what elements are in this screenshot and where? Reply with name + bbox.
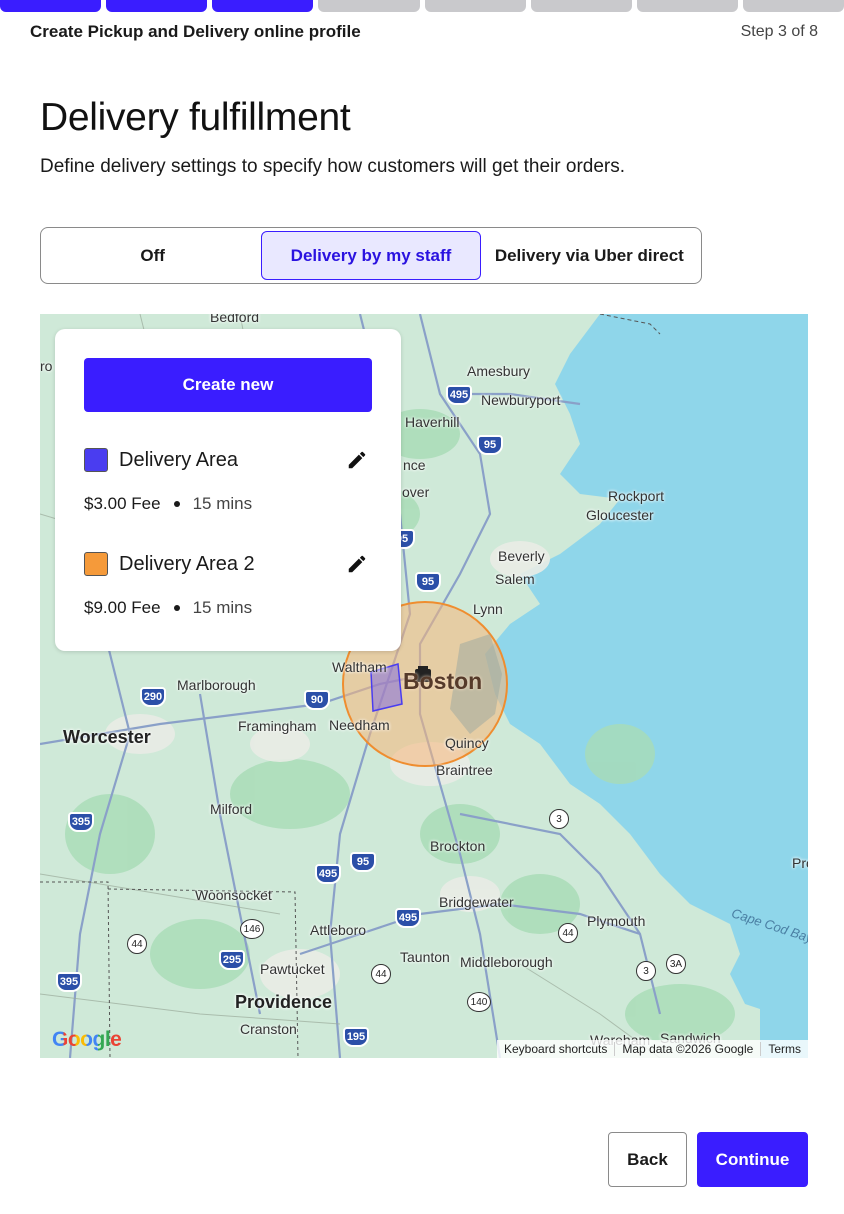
- create-new-area-button[interactable]: Create new: [84, 358, 372, 412]
- page-title: Delivery fulfillment: [40, 96, 351, 139]
- progress-bar: [0, 0, 844, 12]
- map-label-over: over: [402, 484, 430, 500]
- option-delivery-uber-direct[interactable]: Delivery via Uber direct: [481, 231, 698, 280]
- separator-dot: [173, 501, 180, 507]
- map-label-pro: Pro: [792, 855, 808, 871]
- keyboard-shortcuts-link[interactable]: Keyboard shortcuts: [497, 1042, 616, 1056]
- continue-button[interactable]: Continue: [697, 1132, 808, 1187]
- area-time: 15 mins: [192, 494, 253, 513]
- map-data-credit: Map data ©2026 Google: [615, 1042, 762, 1056]
- map-label-framingham: Framingham: [238, 718, 317, 734]
- header: Create Pickup and Delivery online profil…: [30, 22, 818, 42]
- map-label-waltham: Waltham: [332, 659, 387, 675]
- area-name: Delivery Area: [119, 448, 238, 471]
- progress-segment-7: [636, 0, 738, 12]
- separator-dot: [173, 605, 180, 611]
- map-label-woonsocket: Woonsocket: [195, 887, 272, 903]
- interstate-shield: 495: [315, 864, 341, 884]
- interstate-shield: 495: [395, 908, 421, 928]
- map-label-braintree: Braintree: [436, 762, 493, 778]
- route-marker: 44: [558, 923, 578, 943]
- map-attribution: Keyboard shortcuts Map data ©2026 Google…: [497, 1040, 808, 1058]
- progress-segment-2: [106, 0, 208, 12]
- interstate-shield: 395: [68, 812, 94, 832]
- route-marker: 146: [240, 919, 264, 939]
- route-marker: 140: [467, 992, 491, 1012]
- route-marker: 3A: [666, 954, 686, 974]
- interstate-shield: 295: [219, 950, 245, 970]
- delivery-area-item: Delivery Area $3.00 Fee 15 mins: [84, 446, 372, 514]
- google-logo: Google: [52, 1028, 122, 1051]
- interstate-shield: 290: [140, 687, 166, 707]
- map-label-amesbury: Amesbury: [467, 363, 531, 379]
- map-label-plymouth: Plymouth: [587, 913, 646, 929]
- map-label-nce: nce: [403, 457, 426, 473]
- map-label-salem: Salem: [495, 571, 535, 587]
- back-button[interactable]: Back: [608, 1132, 687, 1187]
- map-label-worcester: Worcester: [63, 727, 151, 747]
- map-label-newburyport: Newburyport: [481, 392, 561, 408]
- progress-segment-4: [318, 0, 420, 12]
- route-marker: 44: [371, 964, 391, 984]
- area-color-swatch: [84, 448, 108, 472]
- area-color-swatch: [84, 552, 108, 576]
- edit-pencil-icon[interactable]: [345, 552, 369, 576]
- interstate-shield: 95: [477, 435, 503, 455]
- area-time: 15 mins: [192, 598, 253, 617]
- map-label-gloucester: Gloucester: [586, 507, 654, 523]
- area-fee: $9.00 Fee: [84, 598, 161, 617]
- map-label-quincy: Quincy: [445, 735, 489, 751]
- area-name: Delivery Area 2: [119, 552, 255, 575]
- edit-pencil-icon[interactable]: [345, 448, 369, 472]
- option-off[interactable]: Off: [44, 231, 261, 280]
- option-delivery-by-staff[interactable]: Delivery by my staff: [261, 231, 481, 280]
- map-label-cranston: Cranston: [240, 1021, 297, 1037]
- terms-link[interactable]: Terms: [761, 1042, 808, 1056]
- interstate-shield: 395: [56, 972, 82, 992]
- map-label-bedford: Bedford: [210, 314, 260, 325]
- map-label-beverly: Beverly: [498, 548, 545, 564]
- map-label-middleborough: Middleborough: [460, 954, 553, 970]
- route-marker: 3: [636, 961, 656, 981]
- map-label-ro: ro: [40, 358, 53, 374]
- interstate-shield: 95: [350, 852, 376, 872]
- map-label-haverhill: Haverhill: [405, 414, 460, 430]
- map-label-milford: Milford: [210, 801, 253, 817]
- progress-segment-8: [742, 0, 844, 12]
- map-label-attleboro: Attleboro: [310, 922, 367, 938]
- page-subtitle: Define delivery settings to specify how …: [40, 156, 626, 177]
- map-label-lynn: Lynn: [473, 601, 503, 617]
- interstate-shield: 95: [415, 572, 441, 592]
- progress-segment-3: [212, 0, 314, 12]
- route-marker: 3: [549, 809, 569, 829]
- delivery-areas-panel: Create new Delivery Area $3.00 Fee 15 mi…: [55, 329, 401, 651]
- interstate-shield: 195: [343, 1027, 369, 1047]
- map-label-pawtucket: Pawtucket: [260, 961, 325, 977]
- route-marker: 44: [127, 934, 147, 954]
- wizard-title: Create Pickup and Delivery online profil…: [30, 22, 361, 41]
- step-indicator: Step 3 of 8: [740, 23, 818, 40]
- area-fee: $3.00 Fee: [84, 494, 161, 513]
- map-label-providence: Providence: [235, 992, 333, 1012]
- map-label-marlborough: Marlborough: [177, 677, 256, 693]
- progress-segment-1: [0, 0, 102, 12]
- map-label-boston: Boston: [403, 668, 483, 694]
- progress-segment-6: [530, 0, 632, 12]
- map-label-rockport: Rockport: [608, 488, 665, 504]
- delivery-area-item: Delivery Area 2 $9.00 Fee 15 mins: [84, 550, 372, 618]
- interstate-shield: 90: [304, 690, 330, 710]
- map-label-brockton: Brockton: [430, 838, 486, 854]
- progress-segment-5: [424, 0, 526, 12]
- fulfillment-mode-toggle: Off Delivery by my staff Delivery via Ub…: [40, 227, 702, 284]
- map-label-bridgewater: Bridgewater: [439, 894, 514, 910]
- map-label-taunton: Taunton: [400, 949, 450, 965]
- map-label-needham: Needham: [329, 717, 390, 733]
- interstate-shield: 495: [446, 385, 472, 405]
